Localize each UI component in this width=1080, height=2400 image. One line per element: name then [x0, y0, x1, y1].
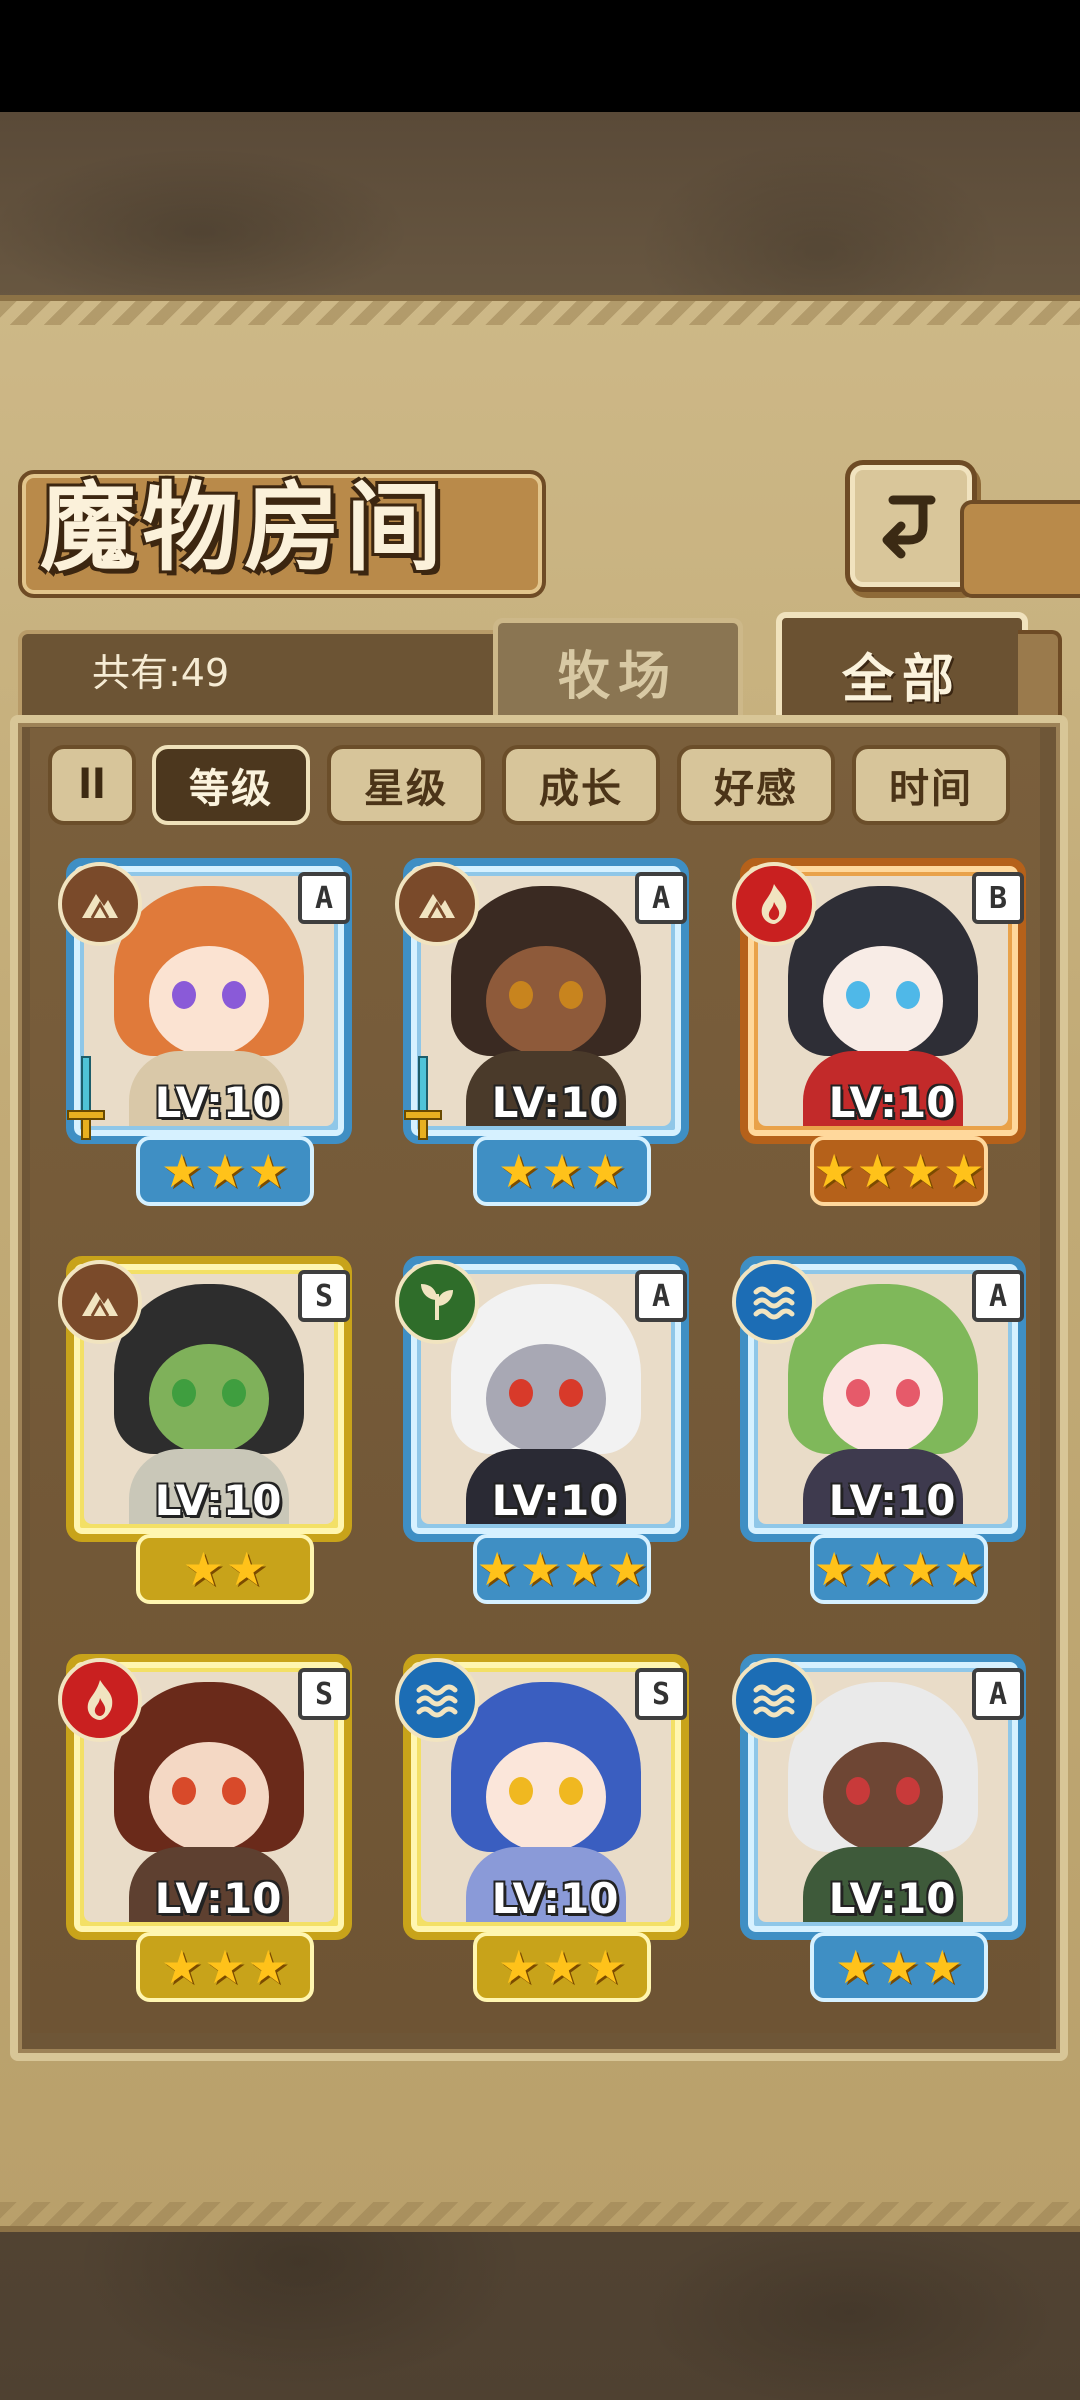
star-icon: ★: [161, 1144, 203, 1198]
monster-level: LV:10: [491, 1078, 619, 1127]
rank-badge: A: [972, 1270, 1024, 1322]
return-arrow-icon: [882, 495, 936, 559]
monster-card[interactable]: S LV:10 ★ ★ ★: [58, 1654, 358, 2002]
monster-card[interactable]: A LV:10 ★ ★ ★ ★: [395, 1256, 695, 1604]
star-icon: ★: [498, 1940, 540, 1994]
filter-star-button[interactable]: 星级: [327, 745, 485, 825]
page-title: 魔物房间: [40, 471, 448, 584]
star-rating: ★ ★: [136, 1534, 314, 1604]
star-icon: ★: [476, 1542, 518, 1596]
monster-level: LV:10: [154, 1874, 282, 1923]
star-icon: ★: [900, 1144, 942, 1198]
star-rating: ★ ★ ★ ★: [810, 1136, 988, 1206]
tab-cap: [1018, 630, 1062, 728]
monster-level: LV:10: [828, 1476, 956, 1525]
rank-badge: A: [972, 1668, 1024, 1720]
side-tab-strip: [960, 500, 1080, 598]
star-icon: ★: [584, 1144, 626, 1198]
star-rating: ★ ★ ★ ★: [810, 1534, 988, 1604]
star-icon: ★: [247, 1940, 289, 1994]
star-icon: ★: [204, 1144, 246, 1198]
earth-icon: [58, 1260, 142, 1344]
monster-card[interactable]: B LV:10 ★ ★ ★ ★: [732, 858, 1032, 1206]
star-icon: ★: [943, 1542, 985, 1596]
fire-icon: [58, 1658, 142, 1742]
rank-badge: S: [635, 1668, 687, 1720]
monster-card[interactable]: S LV:10 ★ ★: [58, 1256, 358, 1604]
star-icon: ★: [161, 1940, 203, 1994]
rank-badge: B: [972, 872, 1024, 924]
rank-badge: S: [298, 1270, 350, 1322]
nature-icon: [395, 1260, 479, 1344]
earth-icon: [58, 862, 142, 946]
tab-pasture[interactable]: 牧场: [493, 618, 743, 725]
monster-card[interactable]: A LV:10 ★ ★ ★: [395, 858, 695, 1206]
star-rating: ★ ★ ★: [473, 1932, 651, 2002]
sort-order-icon: ll: [78, 762, 106, 808]
fire-icon: [732, 862, 816, 946]
rank-badge: S: [298, 1668, 350, 1720]
star-icon: ★: [519, 1542, 561, 1596]
star-icon: ★: [856, 1542, 898, 1596]
filter-time-button[interactable]: 时间: [852, 745, 1010, 825]
star-icon: ★: [226, 1542, 268, 1596]
star-icon: ★: [247, 1144, 289, 1198]
sort-order-toggle[interactable]: ll: [48, 745, 136, 825]
rank-badge: A: [635, 872, 687, 924]
filter-affection-button[interactable]: 好感: [677, 745, 835, 825]
star-icon: ★: [943, 1144, 985, 1198]
monster-card[interactable]: A LV:10 ★ ★ ★ ★: [732, 1256, 1032, 1604]
monster-card[interactable]: A LV:10 ★ ★ ★: [732, 1654, 1032, 2002]
star-rating: ★ ★ ★: [136, 1136, 314, 1206]
status-bar: [0, 0, 1080, 112]
monster-level: LV:10: [154, 1476, 282, 1525]
star-icon: ★: [584, 1940, 626, 1994]
monster-card[interactable]: S LV:10 ★ ★ ★: [395, 1654, 695, 2002]
star-icon: ★: [835, 1940, 877, 1994]
star-rating: ★ ★ ★: [810, 1932, 988, 2002]
star-icon: ★: [182, 1542, 224, 1596]
monster-level: LV:10: [491, 1874, 619, 1923]
star-icon: ★: [563, 1542, 605, 1596]
star-icon: ★: [813, 1144, 855, 1198]
star-icon: ★: [541, 1940, 583, 1994]
monster-level: LV:10: [828, 1874, 956, 1923]
star-icon: ★: [204, 1940, 246, 1994]
star-icon: ★: [921, 1940, 963, 1994]
sword-icon: [67, 1056, 105, 1140]
sword-icon: [404, 1056, 442, 1140]
monster-level: LV:10: [491, 1476, 619, 1525]
back-button[interactable]: [845, 460, 977, 592]
water-icon: [732, 1260, 816, 1344]
monster-count: 共有:49: [92, 651, 230, 695]
filter-level-button[interactable]: 等级: [152, 745, 310, 825]
star-icon: ★: [813, 1542, 855, 1596]
water-icon: [395, 1658, 479, 1742]
star-rating: ★ ★ ★: [473, 1136, 651, 1206]
star-icon: ★: [498, 1144, 540, 1198]
star-icon: ★: [541, 1144, 583, 1198]
star-icon: ★: [900, 1542, 942, 1596]
star-icon: ★: [856, 1144, 898, 1198]
monster-level: LV:10: [828, 1078, 956, 1127]
earth-icon: [395, 862, 479, 946]
rank-badge: A: [298, 872, 350, 924]
star-icon: ★: [606, 1542, 648, 1596]
star-rating: ★ ★ ★ ★: [473, 1534, 651, 1604]
water-icon: [732, 1658, 816, 1742]
star-icon: ★: [878, 1940, 920, 1994]
star-rating: ★ ★ ★: [136, 1932, 314, 2002]
monster-level: LV:10: [154, 1078, 282, 1127]
rank-badge: A: [635, 1270, 687, 1322]
monster-card[interactable]: A LV:10 ★ ★ ★: [58, 858, 358, 1206]
filter-growth-button[interactable]: 成长: [502, 745, 660, 825]
